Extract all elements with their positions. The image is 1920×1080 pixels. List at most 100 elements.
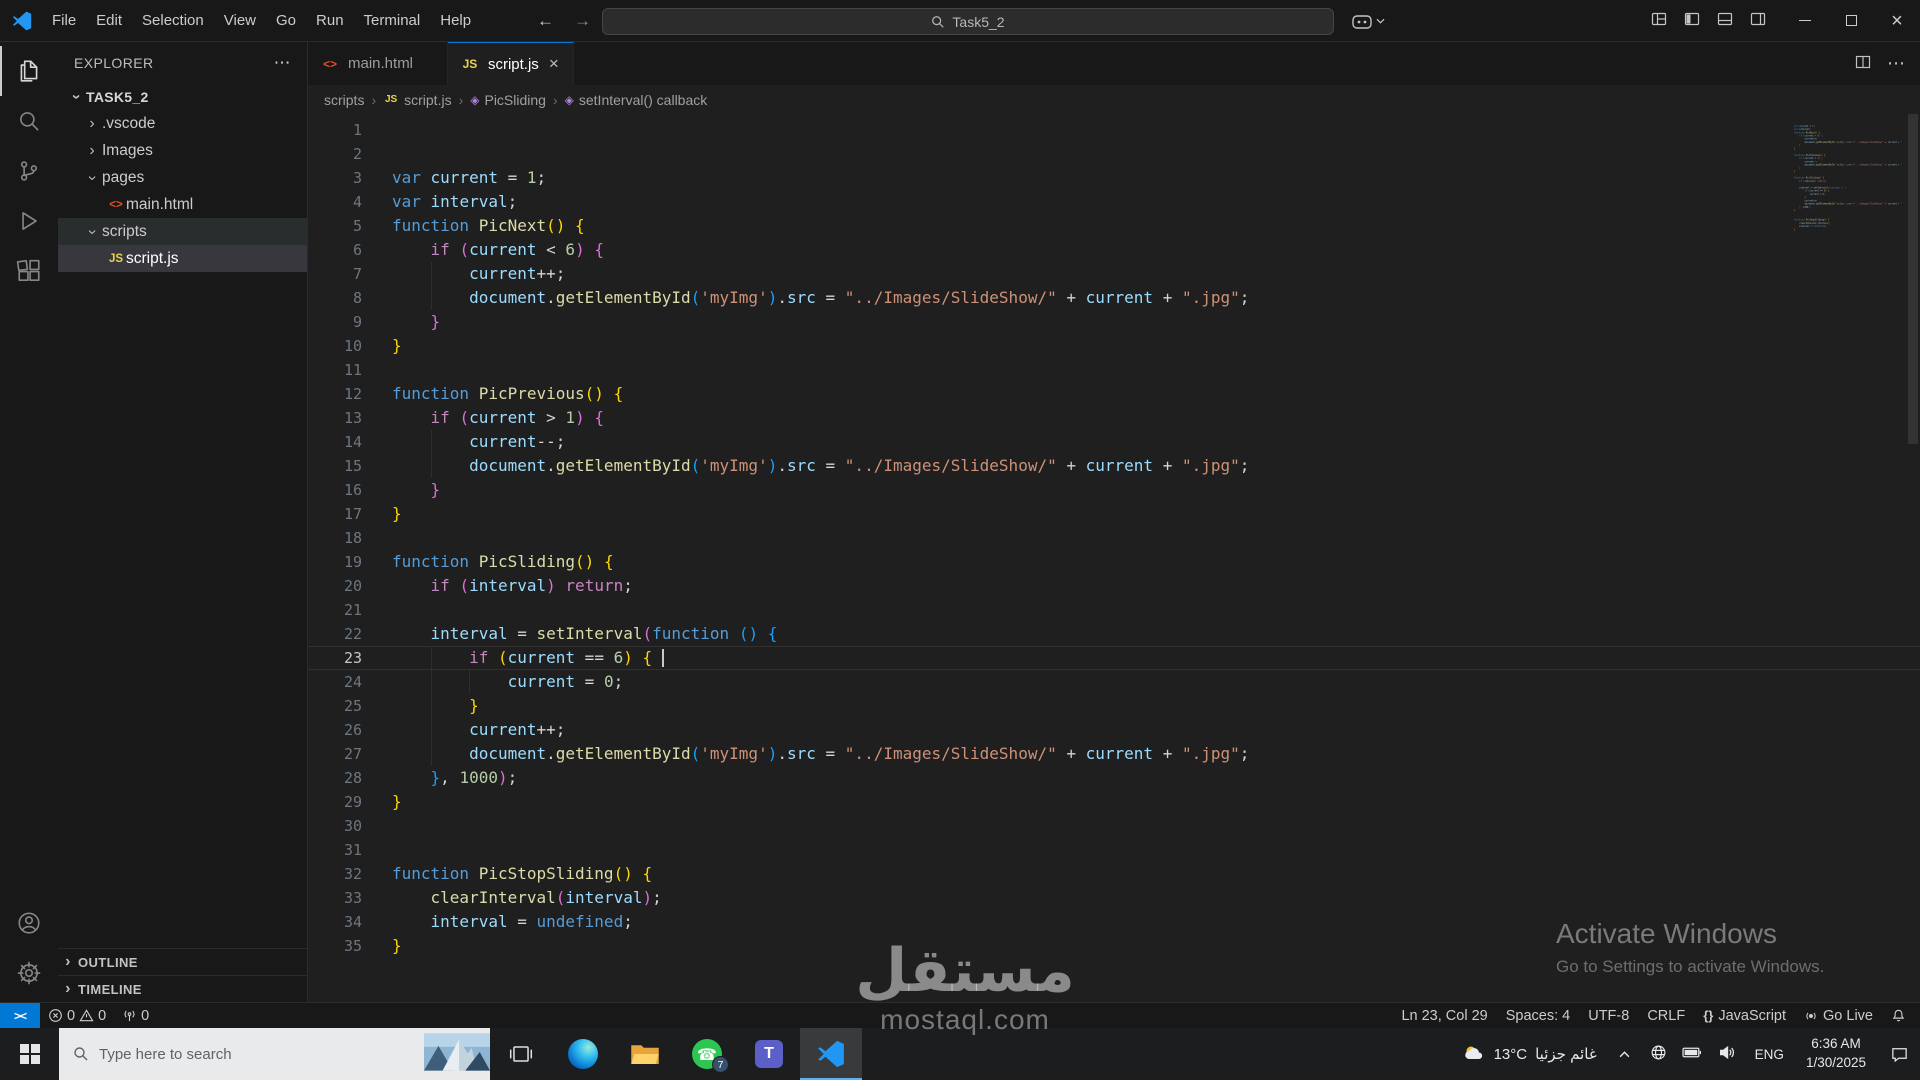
status-eol[interactable]: CRLF (1638, 1003, 1694, 1028)
tree-item-.vscode[interactable]: › .vscode (58, 110, 307, 137)
settings-gear-icon[interactable] (0, 948, 58, 998)
status-encoding[interactable]: UTF-8 (1579, 1003, 1638, 1028)
code-line-24[interactable]: 24 current = 0; (308, 670, 1920, 694)
code-line-17[interactable]: 17} (308, 502, 1920, 526)
start-button[interactable] (0, 1028, 59, 1080)
code-line-2[interactable]: 2 (308, 142, 1920, 166)
tab-main.html[interactable]: <>main.html× (308, 42, 448, 85)
ports-status[interactable]: 0 (114, 1003, 157, 1028)
menu-help[interactable]: Help (430, 0, 481, 41)
menu-file[interactable]: File (42, 0, 86, 41)
code-line-32[interactable]: 32 function PicStopSliding() { (308, 862, 1920, 886)
status-language-mode[interactable]: {} JavaScript (1694, 1003, 1795, 1028)
close-icon[interactable]: × (547, 54, 561, 74)
customize-layout-icon[interactable] (1651, 11, 1667, 31)
code-line-31[interactable]: 31 (308, 838, 1920, 862)
code-line-14[interactable]: 14 current--; (308, 430, 1920, 454)
code-line-25[interactable]: 25 } (308, 694, 1920, 718)
back-arrow-icon[interactable]: ← (537, 11, 554, 31)
code-line-19[interactable]: 19 function PicSliding() { (308, 550, 1920, 574)
taskbar-clock[interactable]: 6:36 AM 1/30/2025 (1794, 1035, 1878, 1073)
code-line-20[interactable]: 20 if (interval) return; (308, 574, 1920, 598)
more-actions-icon[interactable]: ⋯ (274, 53, 291, 73)
action-center-icon[interactable] (1878, 1028, 1920, 1080)
code-line-22[interactable]: 22 interval = setInterval(function () { (308, 622, 1920, 646)
code-line-1[interactable]: 1 (308, 118, 1920, 142)
problems-status[interactable]: 0 0 (40, 1003, 114, 1028)
taskbar-file-explorer-button[interactable] (614, 1028, 676, 1080)
code-line-16[interactable]: 16 } (308, 478, 1920, 502)
run-debug-icon[interactable] (0, 196, 58, 246)
taskbar-edge-button[interactable] (552, 1028, 614, 1080)
bing-daily-image[interactable] (424, 1033, 490, 1075)
code-line-18[interactable]: 18 (308, 526, 1920, 550)
code-line-5[interactable]: 5 function PicNext() { (308, 214, 1920, 238)
code-area[interactable]: 1 2 3 var current = 1; 4 var interval; 5 functi… (308, 114, 1920, 1002)
menu-edit[interactable]: Edit (86, 0, 132, 41)
notifications-bell[interactable] (1882, 1003, 1920, 1028)
code-line-8[interactable]: 8 document.getElementById('myImg').src =… (308, 286, 1920, 310)
menu-view[interactable]: View (214, 0, 266, 41)
more-actions-icon[interactable]: ⋯ (1887, 53, 1906, 74)
code-line-13[interactable]: 13 if (current > 1) { (308, 406, 1920, 430)
taskbar-whatsapp-button[interactable]: ☎ 7 (676, 1028, 738, 1080)
tab-script.js[interactable]: JS script.js × (447, 42, 574, 85)
toggle-sidebar-right-icon[interactable] (1750, 11, 1766, 31)
code-line-12[interactable]: 12 function PicPrevious() { (308, 382, 1920, 406)
tree-item-scripts[interactable]: › scripts (58, 218, 307, 245)
toggle-sidebar-left-icon[interactable] (1684, 11, 1700, 31)
menu-go[interactable]: Go (266, 0, 306, 41)
outline-section[interactable]: › OUTLINE (58, 948, 307, 975)
remote-indicator[interactable]: >< (0, 1003, 40, 1028)
language-indicator[interactable]: ENG (1745, 1047, 1794, 1062)
forward-arrow-icon[interactable]: → (574, 11, 591, 31)
code-line-29[interactable]: 29} (308, 790, 1920, 814)
code-line-15[interactable]: 15 document.getElementById('myImg').src … (308, 454, 1920, 478)
code-line-35[interactable]: 35} (1790, 228, 1895, 231)
code-line-8[interactable]: 8 document.getElementById('myImg').src =… (1790, 141, 1902, 144)
volume-icon[interactable] (1718, 1044, 1735, 1065)
extensions-icon[interactable] (0, 246, 58, 296)
breadcrumb-item[interactable]: ◈ PicSliding (470, 92, 546, 108)
account-icon[interactable] (0, 898, 58, 948)
code-line-27[interactable]: 27 document.getElementById('myImg').src … (308, 742, 1920, 766)
menu-run[interactable]: Run (306, 0, 354, 41)
taskbar-search[interactable]: Type here to search (59, 1028, 490, 1080)
taskbar-task-view-button[interactable] (490, 1028, 552, 1080)
copilot-icon[interactable] (1352, 0, 1385, 41)
code-line-4[interactable]: 4 var interval; (308, 190, 1920, 214)
split-editor-icon[interactable] (1855, 54, 1871, 74)
taskbar-weather[interactable]: 13°C غائم جزئيا (1450, 1028, 1609, 1080)
code-line-26[interactable]: 26 current++; (308, 718, 1920, 742)
status-indentation[interactable]: Spaces: 4 (1497, 1003, 1580, 1028)
scrollbar-thumb[interactable] (1908, 114, 1918, 444)
tree-item-script.js[interactable]: JS script.js (58, 245, 307, 272)
workspace-root[interactable]: › TASK5_2 (58, 84, 307, 110)
tree-item-Images[interactable]: › Images (58, 137, 307, 164)
network-icon[interactable] (1650, 1044, 1667, 1065)
code-line-6[interactable]: 6 if (current < 6) { (308, 238, 1920, 262)
code-line-10[interactable]: 10} (308, 334, 1920, 358)
code-line-15[interactable]: 15 document.getElementById('myImg').src … (1790, 163, 1902, 167)
timeline-section[interactable]: › TIMELINE (58, 975, 307, 1002)
code-line-33[interactable]: 33 clearInterval(interval); (308, 886, 1920, 910)
code-line-7[interactable]: 7 current++; (308, 262, 1920, 286)
breadcrumb-item[interactable]: scripts (324, 92, 364, 108)
status-cursor-position[interactable]: Ln 23, Col 29 (1392, 1003, 1496, 1028)
source-control-icon[interactable] (0, 146, 58, 196)
taskbar-teams-button[interactable]: T (738, 1028, 800, 1080)
menu-selection[interactable]: Selection (132, 0, 214, 41)
maximize-button[interactable] (1828, 0, 1874, 41)
breadcrumb-item[interactable]: JS script.js (383, 92, 452, 108)
code-line-11[interactable]: 11 (308, 358, 1920, 382)
status-go-live[interactable]: Go Live (1795, 1003, 1882, 1028)
code-line-3[interactable]: 3 var current = 1; (308, 166, 1920, 190)
battery-icon[interactable] (1682, 1046, 1703, 1063)
code-line-21[interactable]: 21 (308, 598, 1920, 622)
code-line-23[interactable]: 23 if (current == 6) { (308, 646, 1920, 670)
show-hidden-icons-chevron[interactable] (1609, 1050, 1640, 1058)
toggle-panel-icon[interactable] (1717, 11, 1733, 31)
tree-item-pages[interactable]: › pages (58, 164, 307, 191)
command-center-search[interactable]: Task5_2 (602, 8, 1334, 35)
tree-item-main.html[interactable]: <> main.html (58, 191, 307, 218)
